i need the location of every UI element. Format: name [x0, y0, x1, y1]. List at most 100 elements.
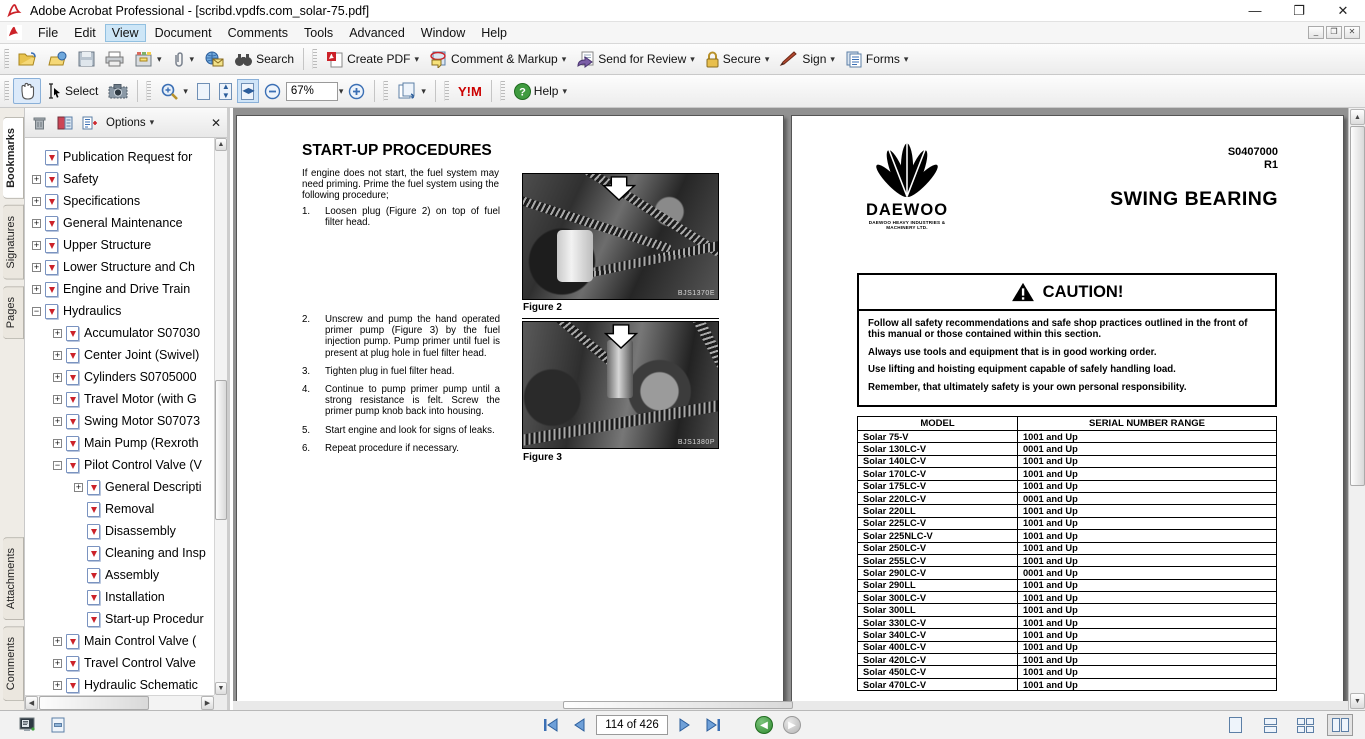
bookmark-item[interactable]: + Swing Motor S07073 — [25, 410, 214, 432]
menu-advanced[interactable]: Advanced — [342, 24, 412, 42]
expand-icon[interactable]: + — [53, 416, 62, 426]
doc-minimize-button[interactable]: _ — [1308, 26, 1324, 39]
bookmark-item[interactable]: − Pilot Control Valve (V — [25, 454, 214, 476]
scroll-down-icon[interactable]: ▼ — [1350, 693, 1365, 709]
bookmark-item[interactable]: + Travel Motor (with G — [25, 388, 214, 410]
toolbar-grip[interactable] — [383, 81, 389, 101]
next-page-button[interactable] — [674, 715, 696, 735]
doc-close-button[interactable]: ✕ — [1344, 26, 1360, 39]
scroll-thumb[interactable] — [1350, 126, 1365, 486]
sidebar-tab-attachments[interactable]: Attachments — [3, 536, 24, 620]
bookmark-item[interactable]: + Hydraulic Schematic — [25, 674, 214, 695]
doc-restore-button[interactable]: ❐ — [1326, 26, 1342, 39]
bookmark-item[interactable]: + Specifications — [25, 190, 214, 212]
menu-document[interactable]: Document — [148, 24, 219, 42]
bookmark-item[interactable]: + Accumulator S07030 — [25, 322, 214, 344]
bookmark-item[interactable]: + Center Joint (Swivel) — [25, 344, 214, 366]
next-view-button[interactable]: ▶ — [783, 716, 801, 734]
print-button[interactable] — [100, 48, 129, 70]
fit-page-button[interactable]: ▲ ▼ — [215, 79, 237, 103]
email-button[interactable] — [199, 48, 229, 70]
secure-button[interactable]: Secure ▾ — [700, 48, 775, 71]
previous-view-button[interactable]: ◀ — [755, 716, 773, 734]
facing-layout-button[interactable] — [1327, 714, 1353, 736]
document-horizontal-scrollbar[interactable] — [233, 701, 1348, 710]
expand-icon[interactable]: + — [74, 482, 83, 492]
toolbar-grip[interactable] — [4, 81, 9, 101]
zoom-in-button[interactable] — [343, 80, 370, 103]
expand-icon[interactable]: + — [53, 636, 62, 646]
restore-button[interactable]: ❐ — [1277, 0, 1321, 21]
delete-bookmark-icon[interactable] — [31, 115, 48, 130]
forms-button[interactable]: Forms ▾ — [840, 48, 914, 71]
bookmark-item[interactable]: Disassembly — [25, 520, 214, 542]
page-display-button[interactable]: ▾ — [392, 79, 431, 103]
scroll-left-icon[interactable]: ◀ — [25, 696, 38, 710]
sidebar-tab-signatures[interactable]: Signatures — [3, 204, 24, 280]
toolbar-grip[interactable] — [312, 49, 318, 69]
expand-icon[interactable]: + — [53, 372, 62, 382]
bookmark-item[interactable]: + Lower Structure and Ch — [25, 256, 214, 278]
scroll-thumb[interactable] — [39, 696, 149, 710]
bookmark-item[interactable]: + Engine and Drive Train — [25, 278, 214, 300]
previous-page-button[interactable] — [568, 715, 590, 735]
expand-icon[interactable]: + — [53, 350, 62, 360]
document-vertical-scrollbar[interactable]: ▲ ▼ — [1348, 108, 1365, 710]
snapshot-tool-button[interactable] — [103, 80, 133, 102]
toolbar-grip[interactable] — [443, 81, 449, 101]
menu-help[interactable]: Help — [474, 24, 514, 42]
page-indicator-input[interactable] — [596, 715, 668, 735]
open-button[interactable] — [13, 48, 43, 70]
scroll-thumb[interactable] — [563, 701, 793, 709]
scroll-up-icon[interactable]: ▲ — [1350, 109, 1365, 125]
expand-icon[interactable]: + — [32, 284, 41, 294]
expand-icon[interactable]: + — [32, 240, 41, 250]
toolbar-grip[interactable] — [4, 49, 9, 69]
close-button[interactable]: ✕ — [1321, 0, 1365, 21]
bookmark-item[interactable]: + Upper Structure — [25, 234, 214, 256]
page-view-icon[interactable] — [48, 717, 68, 734]
expand-icon[interactable]: + — [53, 394, 62, 404]
sidebar-tab-bookmarks[interactable]: Bookmarks — [3, 117, 24, 199]
expand-icon[interactable]: + — [32, 262, 41, 272]
menu-comments[interactable]: Comments — [221, 24, 295, 42]
bookmark-item[interactable]: Installation — [25, 586, 214, 608]
hand-tool-button[interactable] — [13, 78, 41, 104]
bookmark-item[interactable]: − Hydraulics — [25, 300, 214, 322]
expand-icon[interactable]: + — [53, 438, 62, 448]
panel-close-icon[interactable]: ✕ — [211, 116, 221, 130]
zoom-tool-button[interactable]: ▾ — [155, 79, 193, 104]
scroll-down-icon[interactable]: ▼ — [215, 682, 227, 695]
menu-view[interactable]: View — [104, 23, 146, 42]
expand-icon[interactable]: + — [32, 218, 41, 228]
menu-tools[interactable]: Tools — [297, 24, 340, 42]
bookmark-item[interactable]: + General Descripti — [25, 476, 214, 498]
toolbar-grip[interactable] — [499, 81, 505, 101]
create-pdf-button[interactable]: Create PDF ▾ — [321, 48, 424, 71]
bookmark-item[interactable]: + Main Control Valve ( — [25, 630, 214, 652]
continuous-facing-layout-button[interactable] — [1292, 714, 1318, 736]
expand-icon[interactable]: + — [32, 174, 41, 184]
send-for-review-button[interactable]: Send for Review ▾ — [571, 48, 700, 71]
collapse-icon[interactable]: − — [32, 306, 41, 316]
sign-button[interactable]: Sign ▾ — [774, 48, 840, 70]
bookmarks-options-button[interactable]: Options ▾ — [106, 117, 154, 129]
first-page-button[interactable] — [540, 715, 562, 735]
sidebar-tab-comments[interactable]: Comments — [3, 625, 24, 701]
expand-icon[interactable]: + — [53, 658, 62, 668]
open-web-button[interactable] — [43, 48, 73, 70]
expand-icon[interactable]: + — [53, 680, 62, 690]
expand-icon[interactable]: + — [53, 328, 62, 338]
search-button[interactable]: Search — [229, 49, 299, 70]
bookmark-item[interactable]: Cleaning and Insp — [25, 542, 214, 564]
scroll-up-icon[interactable]: ▲ — [215, 138, 227, 151]
bookmark-item[interactable]: Removal — [25, 498, 214, 520]
single-page-layout-button[interactable] — [1222, 714, 1248, 736]
expand-icon[interactable]: + — [32, 196, 41, 206]
bookmark-item[interactable]: Assembly — [25, 564, 214, 586]
sidebar-tab-pages[interactable]: Pages — [3, 285, 24, 339]
help-button[interactable]: ? Help ▾ — [509, 80, 572, 103]
zoom-level-input[interactable] — [285, 81, 338, 101]
bookmark-item[interactable]: + Main Pump (Rexroth — [25, 432, 214, 454]
bookmark-item[interactable]: Publication Request for — [25, 146, 214, 168]
